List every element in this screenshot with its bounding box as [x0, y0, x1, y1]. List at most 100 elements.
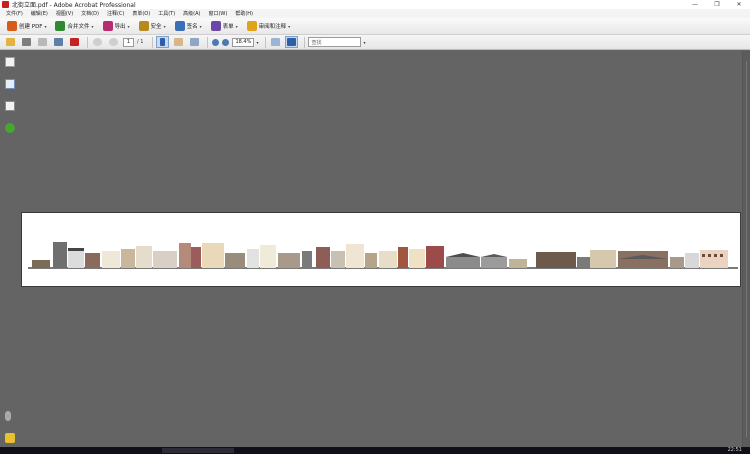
review-comment-button[interactable]: 审阅和注释 ▾: [244, 20, 294, 33]
previous-page-button[interactable]: [91, 36, 104, 48]
chevron-down-icon: ▾: [288, 23, 291, 29]
export-label: 导出: [114, 24, 126, 30]
menu-comments[interactable]: 注释(C): [103, 10, 128, 17]
title-bar: 北街立面.pdf - Adobe Acrobat Professional — …: [0, 0, 750, 9]
menu-window[interactable]: 窗口(W): [204, 10, 231, 17]
create-pdf-label: 创建 PDF: [19, 24, 43, 30]
zoom-input[interactable]: 18.4%: [232, 37, 255, 47]
chevron-down-icon: ▾: [91, 23, 94, 29]
combine-files-label: 合并文件: [67, 24, 90, 30]
combine-files-icon: [55, 21, 66, 31]
close-button[interactable]: ✕: [728, 0, 750, 9]
toolbar-divider: [207, 36, 209, 48]
os-taskbar: 22:51: [0, 447, 750, 454]
save-disk-icon: [38, 38, 47, 46]
fit-page-button[interactable]: [269, 36, 282, 48]
marquee-zoom-button[interactable]: [188, 36, 201, 48]
toolbar-divider: [265, 36, 267, 48]
menu-help[interactable]: 帮助(H): [231, 10, 257, 17]
pages-icon[interactable]: [5, 57, 15, 67]
select-tool-button[interactable]: [156, 36, 170, 48]
folder-open-icon: [6, 38, 15, 46]
chevron-down-icon: ▾: [199, 23, 202, 29]
email-icon: [54, 38, 63, 46]
save-button[interactable]: [36, 36, 49, 48]
zoom-out-button[interactable]: [211, 36, 220, 48]
sign-label: 签名: [186, 24, 198, 30]
acrobat-button[interactable]: [68, 36, 81, 48]
vertical-scrollbar[interactable]: [742, 51, 750, 447]
scrollbar-track: [746, 61, 747, 437]
hand-icon: [174, 38, 184, 46]
chevron-down-icon: ▾: [44, 23, 47, 29]
chevron-down-icon: ▾: [235, 23, 238, 29]
taskbar-app-button[interactable]: [162, 448, 234, 453]
menu-document[interactable]: 文档(D): [77, 10, 103, 17]
find-dropdown-icon[interactable]: ▾: [363, 40, 365, 45]
fit-width-icon: [287, 38, 297, 46]
print-button[interactable]: [20, 36, 33, 48]
signatures-icon[interactable]: [5, 101, 15, 111]
find-input[interactable]: 查找: [308, 37, 362, 47]
menu-edit[interactable]: 编辑(E): [27, 10, 52, 17]
bookmarks-icon[interactable]: [5, 79, 15, 89]
menu-tools[interactable]: 工具(T): [154, 10, 179, 17]
acrobat-logo-icon: [70, 38, 79, 46]
minimize-button[interactable]: —: [684, 0, 706, 9]
cursor-select-icon: [160, 38, 166, 46]
zoom-out-icon: [212, 38, 220, 46]
sign-pen-icon: [174, 21, 185, 31]
forms-button[interactable]: 表单 ▾: [208, 20, 241, 33]
maximize-button[interactable]: ❐: [706, 0, 728, 9]
next-page-button[interactable]: [107, 36, 120, 48]
hand-tool-button[interactable]: [172, 36, 185, 48]
menu-advanced[interactable]: 高级(A): [179, 10, 204, 17]
email-button[interactable]: [52, 36, 65, 48]
navigation-pane: [0, 51, 19, 447]
open-button[interactable]: [4, 36, 17, 48]
marquee-zoom-icon: [190, 38, 200, 46]
fit-page-icon: [271, 38, 281, 46]
export-icon: [102, 21, 113, 31]
combine-files-button[interactable]: 合并文件 ▾: [52, 20, 96, 33]
create-pdf-icon: [7, 21, 17, 31]
page-number-input[interactable]: 1: [123, 37, 134, 47]
zoom-dropdown-icon[interactable]: ▾: [256, 40, 258, 45]
sign-button[interactable]: 签名 ▾: [172, 20, 205, 33]
forms-icon: [210, 21, 221, 31]
window-controls: — ❐ ✕: [684, 0, 750, 9]
review-comment-label: 审阅和注释: [258, 24, 287, 30]
printer-icon: [22, 38, 31, 46]
page-total-label: / 1: [137, 39, 144, 45]
taskbar-clock: 22:51: [727, 447, 742, 453]
arrow-up-icon: [93, 38, 102, 46]
street-elevation-drawing: [28, 242, 738, 269]
create-pdf-button[interactable]: 创建 PDF ▾: [4, 20, 49, 33]
arrow-down-icon: [109, 38, 118, 46]
comments-icon[interactable]: [5, 433, 15, 443]
toolbar-divider: [152, 36, 154, 48]
menu-bar: 文件(F) 编辑(E) 视图(V) 文档(D) 注释(C) 表单(O) 工具(T…: [0, 9, 750, 18]
chevron-down-icon: ▾: [163, 23, 166, 29]
forms-label: 表单: [222, 24, 234, 30]
menu-view[interactable]: 视图(V): [52, 10, 77, 17]
menu-file[interactable]: 文件(F): [2, 10, 27, 17]
task-toolbar: 创建 PDF ▾ 合并文件 ▾ 导出 ▾ 安全 ▾ 签名 ▾ 表单 ▾ 审阅和注…: [0, 18, 750, 35]
view-toolbar: 1 / 1 18.4% ▾ 查找 ▾: [0, 35, 750, 50]
acrobat-app-icon: [2, 1, 9, 8]
chevron-down-icon: ▾: [127, 23, 130, 29]
zoom-in-icon: [222, 38, 230, 46]
menu-forms[interactable]: 表单(O): [128, 10, 154, 17]
security-button[interactable]: 安全 ▾: [136, 20, 169, 33]
export-button[interactable]: 导出 ▾: [100, 20, 133, 33]
zoom-in-button[interactable]: [221, 36, 230, 48]
fit-width-button[interactable]: [285, 36, 299, 48]
attachments-paperclip-icon[interactable]: [5, 411, 11, 421]
window-title: 北街立面.pdf - Adobe Acrobat Professional: [12, 2, 136, 9]
security-label: 安全: [150, 24, 162, 30]
help-icon[interactable]: [5, 123, 15, 133]
review-comment-icon: [246, 21, 257, 31]
security-lock-icon: [138, 21, 149, 31]
pdf-page: [21, 212, 741, 287]
toolbar-divider: [304, 36, 306, 48]
